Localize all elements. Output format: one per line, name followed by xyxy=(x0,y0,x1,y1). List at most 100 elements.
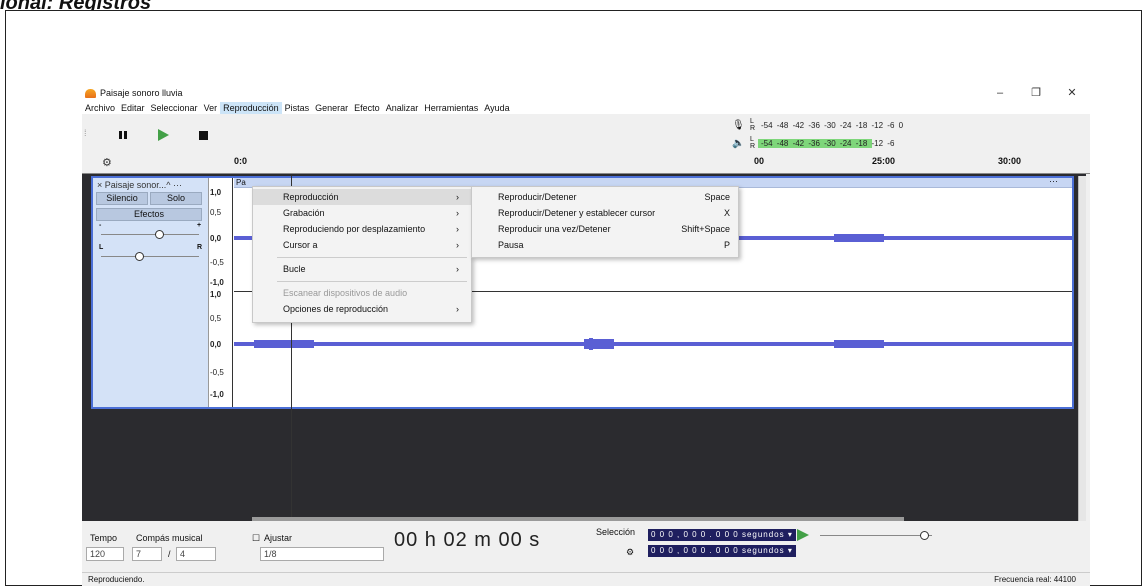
timeline-settings-gear-icon[interactable]: ⚙ xyxy=(102,156,112,169)
restore-button[interactable]: ❐ xyxy=(1018,84,1054,102)
menu-efecto[interactable]: Efecto xyxy=(351,102,383,114)
selection-label: Selección xyxy=(596,527,636,537)
transport-toolbar: ⁞ 🎙 L R -54 -48 -42 -36 -30 -24 -18 -12 … xyxy=(82,114,1090,152)
menu-ver[interactable]: Ver xyxy=(201,102,221,114)
stop-button[interactable] xyxy=(190,124,216,146)
menu-item-label: Opciones de reproducción xyxy=(283,304,389,314)
submenu-item-label: Reproducir/Detener y establecer cursor xyxy=(498,208,656,218)
menu-herramientas[interactable]: Herramientas xyxy=(421,102,481,114)
scale-top-05: 0,5 xyxy=(210,208,222,217)
time-signature-denominator[interactable]: 4 xyxy=(176,547,216,561)
scale-bot-05: 0,5 xyxy=(210,314,222,323)
menu-item-label: Bucle xyxy=(283,264,306,274)
menu-seleccionar[interactable]: Seleccionar xyxy=(148,102,201,114)
menu-archivo[interactable]: Archivo xyxy=(82,102,118,114)
menu-item-reproduccion[interactable]: Reproducción › xyxy=(253,189,471,205)
minimize-button[interactable]: – xyxy=(982,84,1018,102)
gain-slider-track[interactable] xyxy=(101,234,199,235)
submenu-item-shortcut: Space xyxy=(704,192,730,202)
bottom-toolbar: Tempo 120 Compás musical 7 / 4 ☐ Ajustar… xyxy=(82,521,1090,571)
toolbar-grip-icon[interactable]: ⁞ xyxy=(84,128,87,138)
time-signature-separator: / xyxy=(168,549,171,559)
pause-button[interactable] xyxy=(110,124,136,146)
selection-settings-gear-icon[interactable]: ⚙ xyxy=(626,547,634,558)
pan-slider-track[interactable] xyxy=(101,256,199,257)
submenu-item-shortcut: Shift+Space xyxy=(681,224,730,234)
close-button[interactable]: ✕ xyxy=(1054,84,1090,102)
snap-select[interactable]: 1/8 xyxy=(260,547,384,561)
effects-button[interactable]: Efectos xyxy=(96,208,202,221)
submenu-item-pause[interactable]: Pausa P xyxy=(472,237,738,253)
snap-checkbox[interactable]: ☐ xyxy=(252,533,260,544)
scale-bot-m05: -0,5 xyxy=(210,368,224,377)
submenu-item-play-stop-set-cursor[interactable]: Reproducir/Detener y establecer cursor X xyxy=(472,205,738,221)
record-meter-channels: L R xyxy=(750,118,756,132)
scale-bot-0: 0,0 xyxy=(210,340,222,349)
play-speed-slider-knob[interactable] xyxy=(920,531,929,540)
amplitude-scale: 1,0 0,5 0,0 -0,5 -1,0 1,0 0,5 0,0 -0,5 -… xyxy=(209,178,233,407)
record-meter[interactable]: 🎙 L R -54 -48 -42 -36 -30 -24 -18 -12 -6… xyxy=(732,117,906,133)
menu-editar[interactable]: Editar xyxy=(118,102,148,114)
menu-item-reproduciendo-desplazamiento[interactable]: Reproduciendo por desplazamiento › xyxy=(253,221,471,237)
track-name-menu[interactable]: × Paisaje sonor...^ ··· xyxy=(97,180,182,190)
play-button[interactable] xyxy=(150,124,176,146)
window-controls: – ❐ ✕ xyxy=(982,84,1090,102)
play-icon xyxy=(158,129,169,141)
menu-bar: Archivo Editar Seleccionar Ver Reproducc… xyxy=(82,102,1090,114)
ruler-label-25: 25:00 xyxy=(872,156,896,166)
menu-item-label: Cursor a xyxy=(283,240,318,250)
chevron-right-icon: › xyxy=(456,264,459,274)
clip-menu-button[interactable]: ··· xyxy=(1049,176,1058,186)
playback-meter-channels: L R xyxy=(750,136,756,150)
time-signature-label: Compás musical xyxy=(136,533,203,543)
selection-start[interactable]: 0 0 0 , 0 0 0 . 0 0 0 segundos ▾ xyxy=(648,529,796,541)
solo-button[interactable]: Solo xyxy=(150,192,202,205)
gain-plus-label: + xyxy=(197,222,202,229)
chevron-right-icon: › xyxy=(456,240,459,250)
timeline-ruler[interactable]: ⚙ 0:0 00 25:00 30:00 xyxy=(82,152,1090,174)
selection-end[interactable]: 0 0 0 , 0 0 0 . 0 0 0 segundos ▾ xyxy=(648,545,796,557)
time-signature-numerator[interactable]: 7 xyxy=(132,547,162,561)
menu-item-cursor-a[interactable]: Cursor a › xyxy=(253,237,471,253)
menu-item-label: Grabación xyxy=(283,208,325,218)
playback-meter[interactable]: 🔈 L R -54 -48 -42 -36 -30 -24 -18 -12 -6 xyxy=(732,135,898,151)
scale-bot-1: 1,0 xyxy=(210,290,222,299)
menu-generar[interactable]: Generar xyxy=(312,102,351,114)
time-display[interactable]: 00 h 02 m 00 s xyxy=(394,529,554,555)
menu-item-bucle[interactable]: Bucle › xyxy=(253,261,471,277)
menu-item-label: Reproducción xyxy=(283,192,339,202)
status-sample-rate: Frecuencia real: 44100 xyxy=(994,575,1076,584)
submenu-item-play-once[interactable]: Reproducir una vez/Detener Shift+Space xyxy=(472,221,738,237)
playback-submenu: Reproducir/Detener Space Reproducir/Dete… xyxy=(471,186,739,258)
tempo-input[interactable]: 120 xyxy=(86,547,124,561)
waveform-right-channel xyxy=(234,338,1072,350)
chevron-right-icon: › xyxy=(456,304,459,314)
submenu-item-play-stop[interactable]: Reproducir/Detener Space xyxy=(472,189,738,205)
gain-slider-knob[interactable] xyxy=(155,230,164,239)
chevron-right-icon: › xyxy=(456,208,459,218)
play-speed-slider-track[interactable] xyxy=(820,535,932,536)
pause-icon xyxy=(119,131,127,139)
menu-reproduccion[interactable]: Reproducción xyxy=(220,102,282,114)
menu-separator xyxy=(277,281,467,282)
menu-ayuda[interactable]: Ayuda xyxy=(481,102,512,114)
stop-icon xyxy=(198,130,208,140)
playback-menu-dropdown: Reproducción › Grabación › Reproduciendo… xyxy=(252,186,472,323)
snap-label: Ajustar xyxy=(264,533,293,543)
audacity-window: Paisaje sonoro lluvia – ❐ ✕ Archivo Edit… xyxy=(82,84,1090,586)
menu-analizar[interactable]: Analizar xyxy=(383,102,422,114)
mute-button[interactable]: Silencio xyxy=(96,192,148,205)
ruler-label-mid: 00 xyxy=(754,156,765,166)
menu-item-opciones-reproduccion[interactable]: Opciones de reproducción › xyxy=(253,301,471,317)
ruler-label-start: 0:0 xyxy=(234,156,248,166)
menu-pistas[interactable]: Pistas xyxy=(282,102,313,114)
menu-item-grabacion[interactable]: Grabación › xyxy=(253,205,471,221)
status-text: Reproduciendo. xyxy=(88,575,145,584)
submenu-item-shortcut: P xyxy=(723,240,730,250)
play-at-speed-icon[interactable] xyxy=(796,529,810,541)
pan-slider-knob[interactable] xyxy=(135,252,144,261)
scale-top-m05: -0,5 xyxy=(210,258,224,267)
chevron-right-icon: › xyxy=(456,224,459,234)
menu-separator xyxy=(277,257,467,258)
vertical-scrollbar[interactable] xyxy=(1078,176,1086,546)
